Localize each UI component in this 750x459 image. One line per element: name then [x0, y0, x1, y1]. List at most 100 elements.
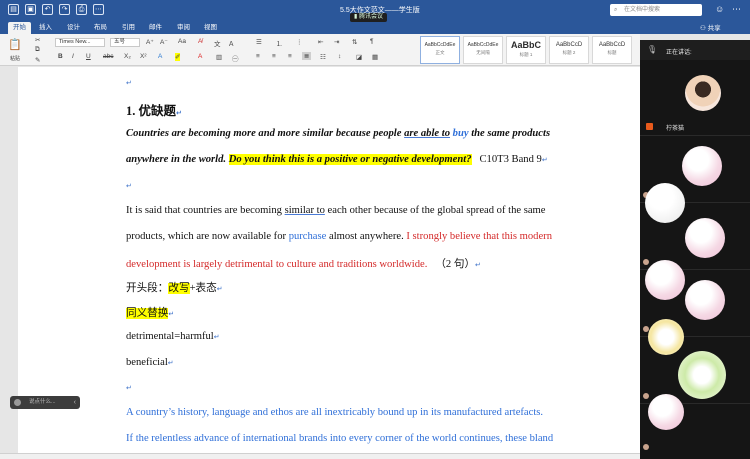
prompt-question: Do you think this is a positive or negat… — [228, 154, 472, 165]
style-heading-2[interactable]: AaBbCcD 标题 2 — [549, 36, 589, 64]
microphone-icon: 🎙 — [647, 45, 658, 54]
style-heading-1[interactable]: AaBbC 标题 1 — [506, 36, 546, 64]
participant-video — [685, 280, 725, 320]
participant-avatar — [643, 393, 649, 399]
tab-view[interactable]: 视图 — [199, 22, 222, 34]
share-label: 共享 — [707, 25, 721, 32]
font-color-icon[interactable]: A — [198, 53, 202, 60]
participant-tile[interactable] — [640, 319, 750, 402]
font-name-select[interactable]: Times New... — [55, 38, 105, 47]
style-no-spacing[interactable]: AaBbCcDdEe 无间隔 — [463, 36, 503, 64]
sidebar-toggle-icon[interactable]: ▤ — [8, 4, 19, 15]
speaking-label: 正在讲话: — [666, 50, 692, 56]
participant-tile[interactable] — [640, 183, 750, 268]
document-area: ↵ 1. 优缺题↵ Countries are becoming more an… — [0, 67, 640, 459]
tab-insert[interactable]: 插入 — [34, 22, 57, 34]
tab-mailings[interactable]: 邮件 — [144, 22, 167, 34]
prompt-line-2-text: anywhere in the world. — [126, 154, 229, 165]
essay-text: almost anywhere. — [326, 231, 407, 242]
tab-references[interactable]: 引用 — [117, 22, 140, 34]
distributed-icon[interactable]: ☷ — [320, 53, 326, 61]
search-input[interactable]: ⌕ 在文档中搜索 — [610, 4, 702, 16]
undo-icon[interactable]: ↶ — [42, 4, 53, 15]
subscript-icon[interactable]: X₂ — [124, 53, 131, 60]
italic-icon[interactable]: I — [72, 53, 74, 60]
copy-icon[interactable]: ⧉ — [35, 46, 40, 54]
style-no-spacing-sample: AaBbCcDdEe — [467, 42, 499, 48]
speaker-mic-icon — [646, 123, 653, 130]
shrink-font-icon[interactable]: A⁻ — [160, 38, 168, 46]
status-bar — [0, 453, 640, 459]
save-icon[interactable]: ▣ — [25, 4, 36, 15]
highlight-icon[interactable]: ✐ — [175, 53, 181, 61]
text-effects-icon[interactable]: A — [158, 53, 162, 60]
bold-icon[interactable]: B — [58, 53, 63, 60]
style-title[interactable]: AaBbCcD 标题 — [592, 36, 632, 64]
style-heading-2-name: 标题 2 — [562, 50, 576, 55]
cut-icon[interactable]: ✂ — [35, 36, 40, 44]
increase-indent-icon[interactable]: ⇥ — [334, 38, 339, 46]
participant-tile[interactable] — [640, 394, 750, 459]
char-shading-icon[interactable]: ▥ — [216, 53, 222, 61]
tab-review[interactable]: 审阅 — [172, 22, 195, 34]
align-right-icon[interactable]: ≡ — [288, 53, 292, 60]
clear-format-icon[interactable]: A̸ — [198, 38, 202, 45]
align-center-icon[interactable]: ≡ — [272, 53, 276, 60]
format-painter-icon[interactable]: ✎ — [35, 56, 40, 64]
sort-icon[interactable]: ⇅ — [352, 38, 357, 46]
redo-icon[interactable]: ↷ — [59, 4, 70, 15]
tab-design[interactable]: 设计 — [62, 22, 85, 34]
enclose-char-icon[interactable]: ㊀ — [232, 53, 239, 63]
multilevel-list-icon[interactable]: ⋮ — [296, 38, 303, 46]
font-size-select[interactable]: 五号 — [110, 38, 140, 47]
meeting-panel: 🎙 正在讲话: 柠茶猫 — [640, 40, 750, 459]
tab-home[interactable]: 开始 — [8, 22, 31, 34]
share-button[interactable]: ⚇ 共享 — [700, 22, 721, 32]
document-page[interactable]: ↵ 1. 优缺题↵ Countries are becoming more an… — [18, 67, 640, 459]
grow-font-icon[interactable]: A⁺ — [146, 38, 154, 46]
meeting-badge[interactable]: ▮ 腾讯会议 — [350, 13, 387, 22]
empty-line: ↵ — [126, 77, 132, 88]
prompt-line-2: anywhere in the world. Do you think this… — [126, 154, 548, 165]
blue-line-1: A country’s history, language and ethos … — [126, 407, 544, 418]
collapse-arrow-icon[interactable]: ‹ — [74, 396, 76, 409]
synonym-note: 同义替换↵ — [126, 305, 174, 320]
more-options-icon[interactable]: ⋯ — [732, 4, 741, 15]
phonetic-icon[interactable]: 文 — [214, 38, 221, 48]
change-case-icon[interactable]: Aa — [178, 38, 186, 45]
style-no-spacing-name: 无间隔 — [476, 50, 490, 55]
tab-layout[interactable]: 布局 — [89, 22, 112, 34]
speaker-tile[interactable]: 柠茶猫 — [640, 60, 750, 134]
smiley-icon[interactable]: ☺ — [715, 4, 724, 14]
vocab-line-2: beneficial↵ — [126, 357, 174, 368]
speaker-name-tag: 柠茶猫 — [644, 123, 704, 132]
paragraph-mark: ↵ — [213, 333, 220, 341]
superscript-icon[interactable]: X² — [140, 53, 147, 60]
paste-icon[interactable]: 📋 — [8, 38, 22, 51]
decrease-indent-icon[interactable]: ⇤ — [318, 38, 323, 46]
participant-video — [645, 183, 685, 223]
strikethrough-icon[interactable]: abc — [103, 53, 113, 60]
essay-line-3: development is largely detrimental to cu… — [126, 256, 481, 271]
underline-icon[interactable]: U — [86, 53, 91, 60]
synonym-highlight: 同义替换 — [126, 308, 169, 319]
borders-icon[interactable]: ▦ — [372, 53, 378, 61]
sentence-count: （2 句） — [435, 259, 476, 270]
voice-input-pill[interactable]: 说点什么... ‹ — [10, 396, 80, 409]
line-spacing-icon[interactable]: ↕ — [338, 53, 341, 60]
style-normal[interactable]: AaBbCcDdEe 正文 — [420, 36, 460, 64]
show-marks-icon[interactable]: ¶ — [370, 38, 374, 45]
search-icon: ⌕ — [614, 7, 618, 13]
style-title-name: 标题 — [607, 50, 617, 55]
justify-icon[interactable]: ≣ — [302, 52, 312, 60]
align-left-icon[interactable]: ≡ — [256, 53, 260, 60]
shading-icon[interactable]: ◪ — [356, 53, 362, 61]
more-icon[interactable]: ⋯ — [93, 4, 104, 15]
print-icon[interactable]: ⎙ — [76, 4, 87, 15]
bullets-icon[interactable]: ☰ — [256, 38, 262, 46]
char-border-icon[interactable]: Ａ — [228, 38, 235, 48]
participant-avatar — [643, 259, 649, 265]
opening-note: 开头段：改写+表态↵ — [126, 280, 223, 295]
participant-video — [685, 218, 725, 258]
numbering-icon[interactable]: ⒈ — [276, 38, 283, 48]
